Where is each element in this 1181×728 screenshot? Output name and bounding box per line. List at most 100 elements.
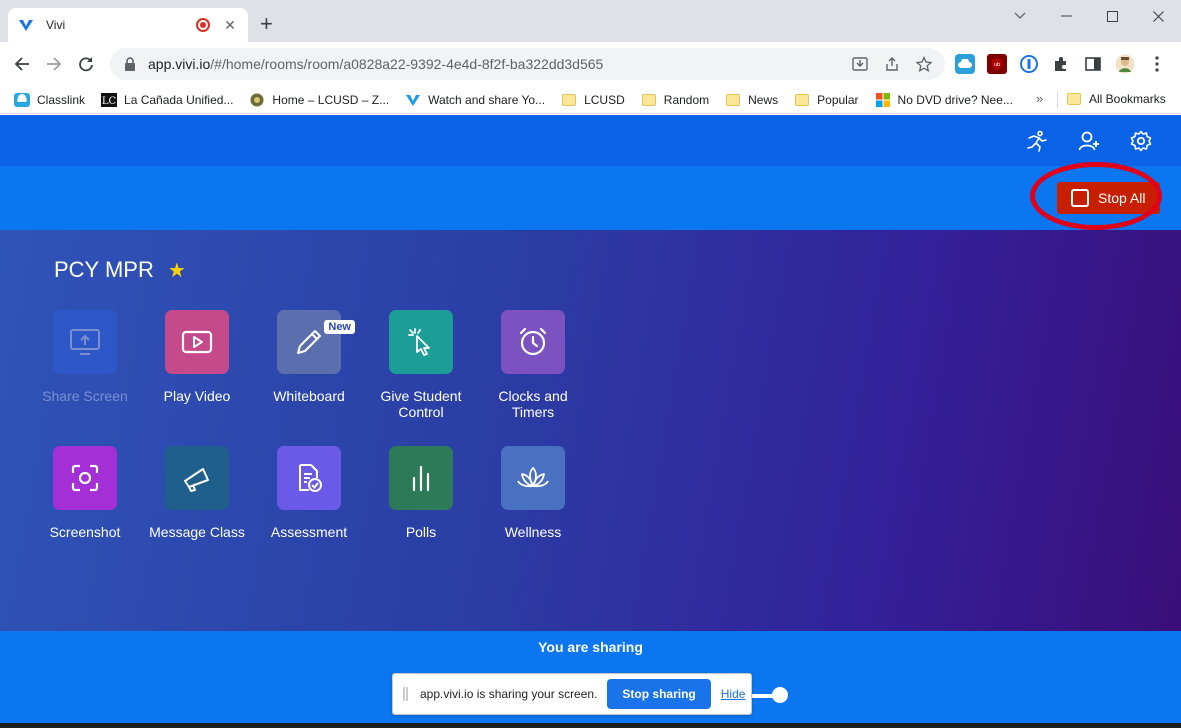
bookmark-label: Classlink — [37, 92, 86, 107]
classlink-icon — [14, 92, 30, 108]
side-panel-icon[interactable] — [1083, 54, 1103, 74]
share-icon[interactable] — [883, 55, 901, 73]
share-screen-icon — [53, 310, 117, 374]
reload-icon[interactable] — [74, 52, 98, 76]
tile-wellness[interactable]: Wellness — [477, 446, 589, 540]
page-title: PCY MPR ★ — [54, 257, 186, 283]
microsoft-icon — [875, 92, 891, 108]
chevron-down-icon[interactable] — [997, 0, 1043, 32]
bookmarks-overflow-button[interactable]: » — [1036, 91, 1043, 106]
folder-icon — [641, 92, 657, 108]
tile-share-screen[interactable]: Share Screen — [29, 310, 141, 404]
whiteboard-pen-icon: New — [277, 310, 355, 374]
sharing-status-bar: You are sharing — [0, 631, 1181, 663]
forward-arrow-icon[interactable] — [42, 52, 66, 76]
all-bookmarks-button[interactable]: All Bookmarks — [1066, 91, 1166, 107]
close-window-icon[interactable] — [1135, 0, 1181, 32]
tile-assessment[interactable]: Assessment — [253, 446, 365, 540]
bookmarks-divider — [1057, 92, 1058, 108]
bookmark-folder-random[interactable]: Random — [641, 92, 709, 108]
taskbar-edge — [0, 723, 1181, 728]
tile-message-class[interactable]: Message Class — [141, 446, 253, 540]
stop-all-bar: Stop All — [0, 166, 1181, 230]
lock-icon[interactable] — [122, 56, 138, 72]
profile-avatar-icon[interactable] — [1115, 54, 1135, 74]
tile-label: Assessment — [270, 524, 348, 540]
vivi-logo-icon — [18, 17, 34, 33]
url-host: app.vivi.io — [148, 56, 211, 72]
bookmark-la-canada-unified[interactable]: LC La Cañada Unified... — [101, 92, 233, 108]
tile-label: Give Student Control — [380, 388, 462, 420]
folder-icon — [794, 92, 810, 108]
all-bookmarks-label: All Bookmarks — [1089, 92, 1166, 106]
folder-icon — [1066, 91, 1082, 107]
tile-screenshot[interactable]: Screenshot — [29, 446, 141, 540]
tile-label: Polls — [405, 524, 437, 540]
tile-label: Play Video — [163, 388, 231, 404]
play-video-icon — [165, 310, 229, 374]
window-controls — [997, 0, 1181, 32]
bookmark-classlink[interactable]: Classlink — [14, 92, 85, 108]
bookmark-label: LCUSD — [584, 92, 625, 107]
alarm-clock-icon — [501, 310, 565, 374]
cloud-extension-icon[interactable] — [955, 54, 975, 74]
browser-tab[interactable]: Vivi ✕ — [8, 8, 248, 42]
megaphone-icon — [165, 446, 229, 510]
drag-handle-icon[interactable] — [403, 687, 408, 701]
tile-label: Wellness — [504, 524, 562, 540]
app-header — [0, 115, 1181, 166]
tile-clocks-and-timers[interactable]: Clocks and Timers — [477, 310, 589, 420]
poll-bars-icon — [389, 446, 453, 510]
maximize-icon[interactable] — [1089, 0, 1135, 32]
bookmark-label: Random — [663, 92, 710, 107]
url-text: app.vivi.io/#/home/rooms/room/a0828a22-9… — [148, 56, 851, 72]
bookmark-folder-news[interactable]: News — [725, 92, 778, 108]
volume-slider-handle[interactable] — [772, 687, 788, 703]
ublock-shield-icon[interactable]: ub — [987, 54, 1007, 74]
new-badge: New — [324, 320, 355, 334]
folder-icon — [561, 92, 577, 108]
settings-gear-icon[interactable] — [1129, 129, 1153, 153]
bookmark-home-lcusd[interactable]: Home – LCUSD – Z... — [249, 92, 389, 108]
bookmark-star-icon[interactable] — [915, 55, 933, 73]
bookmark-label: Home – LCUSD – Z... — [272, 92, 390, 107]
tile-give-student-control[interactable]: Give Student Control — [365, 310, 477, 420]
tile-label: Clocks and Timers — [498, 388, 568, 420]
stop-sharing-button[interactable]: Stop sharing — [607, 679, 711, 709]
bookmark-watch-and-share[interactable]: Watch and share Yo... — [405, 92, 545, 108]
bookmark-label: News — [748, 92, 779, 107]
tile-label: Share Screen — [42, 388, 128, 404]
pointer-click-icon — [389, 310, 453, 374]
tile-play-video[interactable]: Play Video — [141, 310, 253, 404]
lc-icon: LC — [101, 92, 118, 108]
bookmark-label: No DVD drive? Nee... — [897, 92, 1013, 107]
favorite-star-icon[interactable]: ★ — [168, 258, 186, 283]
back-arrow-icon[interactable] — [10, 52, 34, 76]
tile-whiteboard[interactable]: New Whiteboard — [253, 310, 365, 404]
install-app-icon[interactable] — [851, 55, 869, 73]
bookmark-folder-lcusd[interactable]: LCUSD — [561, 92, 625, 108]
minimize-icon[interactable] — [1043, 0, 1089, 32]
room-name: PCY MPR — [54, 257, 154, 282]
kebab-menu-icon[interactable] — [1147, 54, 1167, 74]
vivi-icon — [405, 92, 421, 108]
password-manager-icon[interactable] — [1019, 54, 1039, 74]
tab-title: Vivi — [46, 18, 66, 32]
hide-link[interactable]: Hide — [721, 687, 746, 701]
screen-share-notification: app.vivi.io is sharing your screen. Stop… — [392, 673, 752, 715]
tile-label: Whiteboard — [273, 388, 345, 404]
address-bar[interactable]: app.vivi.io/#/home/rooms/room/a0828a22-9… — [110, 48, 945, 80]
tile-label: Screenshot — [49, 524, 121, 540]
tile-label: Message Class — [149, 524, 245, 540]
extensions-puzzle-icon[interactable] — [1051, 54, 1071, 74]
tile-polls[interactable]: Polls — [365, 446, 477, 540]
add-user-icon[interactable] — [1077, 129, 1101, 153]
tab-close-icon[interactable]: ✕ — [222, 17, 238, 34]
bookmark-label: Popular — [817, 92, 859, 107]
bookmark-folder-popular[interactable]: Popular — [794, 92, 859, 108]
running-person-icon[interactable] — [1025, 129, 1049, 153]
new-tab-button[interactable]: + — [260, 13, 273, 35]
bookmark-label: La Cañada Unified... — [124, 92, 234, 107]
bookmark-no-dvd-drive[interactable]: No DVD drive? Nee... — [875, 92, 1013, 108]
screenshot-icon — [53, 446, 117, 510]
